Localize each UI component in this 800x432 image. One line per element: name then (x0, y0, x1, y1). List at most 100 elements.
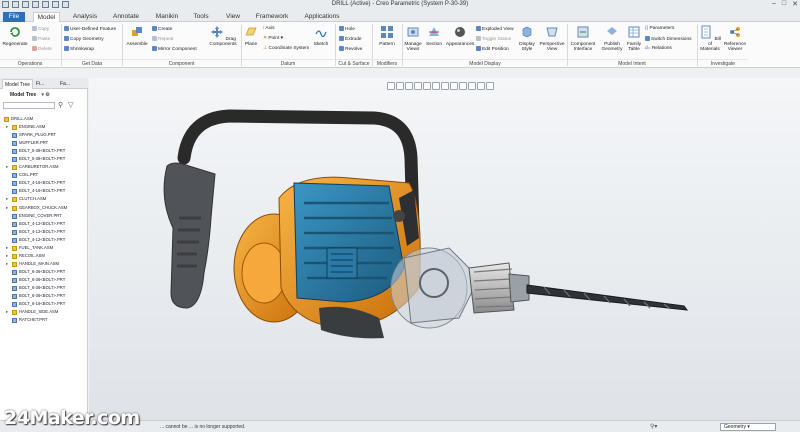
graphics-window[interactable] (89, 78, 800, 420)
paste-button[interactable]: Paste (32, 36, 50, 42)
tree-item[interactable]: ▸ HANDLE_SIDE.ASM (0, 308, 88, 316)
tree-item[interactable]: BOLT_6-36<BOLT>.PRT (0, 284, 88, 292)
manage-views-button[interactable]: Manage Views (403, 25, 423, 52)
expand-icon[interactable]: ▸ (6, 244, 8, 252)
group-modifiers[interactable]: Modifiers (372, 59, 402, 67)
delete-button[interactable]: Delete (32, 46, 52, 52)
hole-button[interactable]: Hole (339, 26, 355, 32)
regenerate-button[interactable]: Regenerate (2, 25, 28, 47)
shrinkwrap-button[interactable]: Shrinkwrap (64, 46, 94, 52)
plane-button[interactable]: Plane (242, 25, 260, 47)
tree-item[interactable]: RATCHET.PRT (0, 316, 88, 324)
section-button[interactable]: Section (424, 25, 444, 47)
tree-item[interactable]: BOLT_6-16<BOLT>.PRT (0, 300, 88, 308)
tree-item[interactable]: BOLT_4-12<BOLT>.PRT (0, 228, 88, 236)
mirror-component-button[interactable]: Mirror Component (152, 46, 197, 52)
publish-geometry-button[interactable]: Publish Geometry (600, 25, 624, 52)
family-table-button[interactable]: Family Table (625, 25, 643, 52)
tab-manikin[interactable]: Manikin (152, 12, 182, 22)
tab-model-tree[interactable]: Model Tree (2, 79, 34, 89)
tab-file[interactable]: File (3, 12, 25, 22)
copy-button[interactable]: Copy (32, 26, 49, 32)
tree-item[interactable]: BOLT_6-36<BOLT>.PRT (0, 268, 88, 276)
tree-item[interactable]: ▸ CARBURETOR.ASM (0, 163, 88, 171)
switch-dimensions-button[interactable]: Switch Dimensions (645, 36, 692, 42)
expand-icon[interactable]: ▸ (6, 163, 8, 171)
expand-icon[interactable]: ▸ (6, 260, 8, 268)
parameters-button[interactable]: {} Parameters (645, 26, 674, 31)
tree-item[interactable]: DRILL.ASM (0, 115, 88, 123)
group-model-display[interactable]: Model Display (403, 59, 567, 67)
point-button[interactable]: ✕ Point ▾ (263, 36, 283, 41)
tab-tools[interactable]: Tools (190, 12, 212, 22)
tab-model[interactable]: Model (33, 12, 60, 22)
group-get-data[interactable]: Get Data (62, 59, 122, 67)
appearances-button[interactable]: Appearances (446, 25, 474, 47)
coordinate-system-button[interactable]: ⊥ Coordinate System (263, 46, 309, 51)
expand-icon[interactable]: ▸ (6, 123, 8, 131)
group-investigate[interactable]: Investigate (698, 59, 748, 67)
group-operations[interactable]: Operations (0, 59, 60, 67)
bill-of-materials-button[interactable]: Bill of Materials (698, 25, 722, 52)
revolve-button[interactable]: Revolve (339, 46, 362, 52)
tree-item[interactable]: MUFFLER.PRT (0, 139, 88, 147)
expand-icon[interactable]: ▸ (6, 204, 8, 212)
tab-annotate[interactable]: Annotate (110, 12, 142, 22)
tree-settings-icon[interactable]: ▾ ⚙ (42, 92, 50, 98)
copy-geometry-button[interactable]: Copy Geometry (64, 36, 104, 42)
group-component[interactable]: Component (123, 59, 240, 67)
tab-view[interactable]: View (222, 12, 244, 22)
tab-analysis[interactable]: Analysis (70, 12, 100, 22)
tree-item[interactable]: ▸ GEARBOX_CHUCK.ASM (0, 204, 88, 212)
repeat-button[interactable]: Repeat (152, 36, 173, 42)
tree-item[interactable]: BOLT_6-36<BOLT>.PRT (0, 276, 88, 284)
smart-select-icon[interactable]: ⚲▾ (650, 423, 657, 430)
axis-button[interactable]: / Axis (263, 26, 274, 31)
toggle-status-button[interactable]: Toggle Status (476, 36, 511, 42)
assemble-button[interactable]: Assemble (124, 25, 150, 47)
component-interface-button[interactable]: Component Interface (568, 25, 598, 52)
tab-applications[interactable]: Applications (300, 12, 344, 22)
tree-item[interactable]: ▸ ENGINE.ASM (0, 123, 88, 131)
tab-favorites[interactable]: Fa... (58, 79, 72, 89)
tree-search-input[interactable] (3, 102, 55, 109)
expand-icon[interactable]: ▸ (6, 195, 8, 203)
pattern-button[interactable]: Pattern (374, 25, 400, 47)
perspective-view-button[interactable]: Perspective View (538, 25, 566, 52)
tree-item[interactable]: ▸ CLUTCH.ASM (0, 195, 88, 203)
find-icon[interactable]: ⚲ (58, 101, 63, 109)
expand-icon[interactable]: ▸ (6, 252, 8, 260)
tree-item[interactable]: ENGINE_COVER.PRT (0, 212, 88, 220)
tree-item[interactable]: COIL.PRT (0, 171, 88, 179)
expand-icon[interactable]: ▸ (6, 308, 8, 316)
tree-item[interactable]: BOLT_4-16<BOLT>.PRT (0, 179, 88, 187)
drag-components-button[interactable]: Drag Components (205, 25, 241, 47)
tree-item[interactable]: BOLT_4-12<BOLT>.PRT (0, 220, 88, 228)
tree-item[interactable]: BOLT_5-38<BOLT>.PRT (0, 147, 88, 155)
tree-item[interactable]: BOLT_6-36<BOLT>.PRT (0, 292, 88, 300)
edit-position-button[interactable]: Edit Position (476, 46, 509, 52)
maximize-icon[interactable]: □ (782, 0, 786, 8)
minimize-icon[interactable]: – (772, 0, 776, 8)
group-model-intent[interactable]: Model Intent (568, 59, 696, 67)
relations-button[interactable]: d= Relations (645, 46, 672, 51)
tree-item[interactable]: BOLT_4-12<BOLT>.PRT (0, 236, 88, 244)
close-icon[interactable]: ✕ (792, 0, 798, 8)
sketch-button[interactable]: Sketch (310, 25, 332, 47)
group-datum[interactable]: Datum (242, 59, 334, 67)
selection-filter[interactable]: Geometry ▾ (720, 423, 776, 431)
create-button[interactable]: Create (152, 26, 172, 32)
group-cut-surface[interactable]: Cut & Surface (336, 59, 372, 67)
display-style-button[interactable]: Display Style (517, 25, 537, 52)
tree-item[interactable]: ▸ HANDLE_MAIN.ASM (0, 260, 88, 268)
tree-item[interactable]: ▸ FUEL_TANK.ASM (0, 244, 88, 252)
tree-item[interactable]: BOLT_4-16<BOLT>.PRT (0, 187, 88, 195)
reference-viewer-button[interactable]: Reference Viewer (723, 25, 747, 52)
tab-folder-browser[interactable]: Fi... (34, 79, 46, 89)
tree-item[interactable]: BOLT_5-38<BOLT>.PRT (0, 155, 88, 163)
filter-icon[interactable]: ▽ (68, 101, 73, 109)
tab-framework[interactable]: Framework (253, 12, 291, 22)
udf-button[interactable]: User-Defined Feature (64, 26, 116, 32)
exploded-view-button[interactable]: Exploded View (476, 26, 514, 32)
tree-item[interactable]: ▸ RECOIL.ASM (0, 252, 88, 260)
